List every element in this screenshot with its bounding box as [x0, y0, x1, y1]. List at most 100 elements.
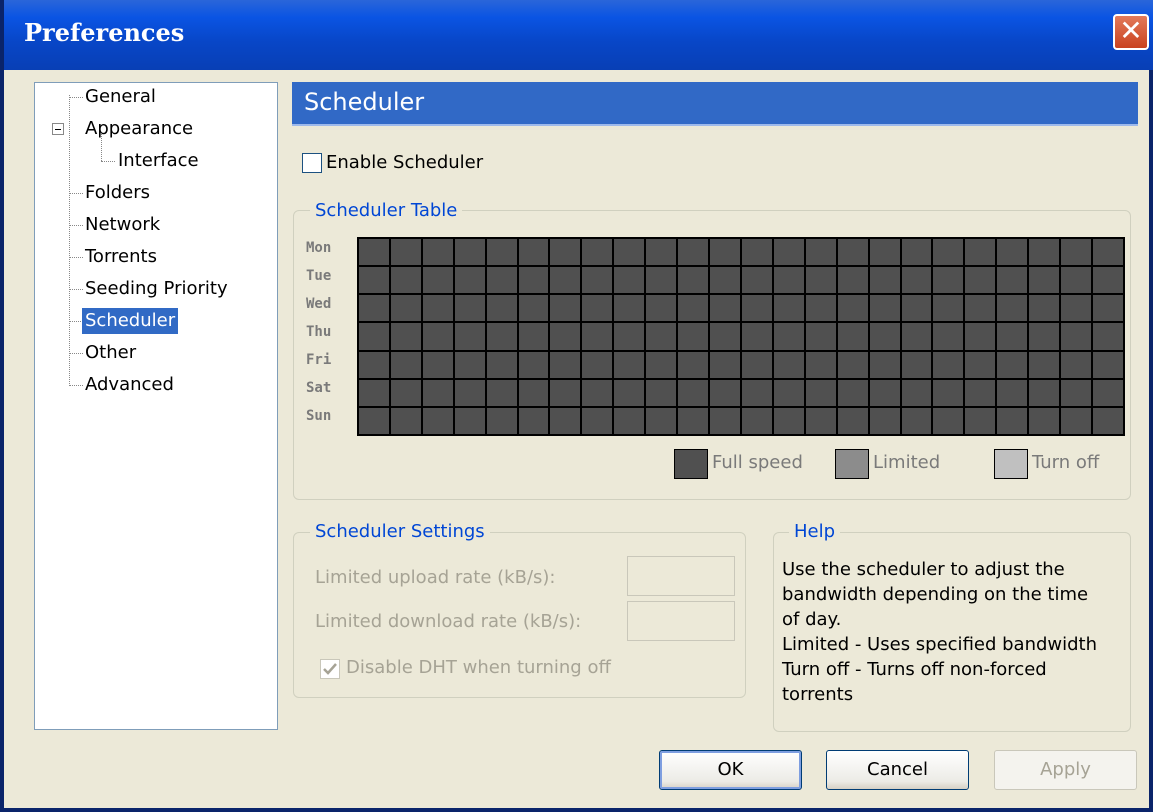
- schedule-cell[interactable]: [837, 267, 868, 294]
- schedule-cell[interactable]: [486, 407, 517, 434]
- schedule-cell[interactable]: [1029, 379, 1060, 406]
- schedule-cell[interactable]: [901, 239, 932, 266]
- schedule-cell[interactable]: [359, 351, 389, 378]
- schedule-cell[interactable]: [486, 379, 517, 406]
- schedule-cell[interactable]: [518, 267, 549, 294]
- schedule-cell[interactable]: [422, 407, 453, 434]
- schedule-cell[interactable]: [359, 407, 389, 434]
- schedule-cell[interactable]: [678, 323, 709, 350]
- schedule-cell[interactable]: [1093, 267, 1123, 294]
- schedule-cell[interactable]: [1093, 239, 1123, 266]
- schedule-cell[interactable]: [518, 351, 549, 378]
- schedule-cell[interactable]: [1029, 407, 1060, 434]
- disable-dht-checkbox[interactable]: [320, 659, 340, 679]
- schedule-cell[interactable]: [997, 323, 1028, 350]
- schedule-cell[interactable]: [933, 239, 964, 266]
- schedule-cell[interactable]: [805, 323, 836, 350]
- schedule-cell[interactable]: [997, 351, 1028, 378]
- enable-scheduler-label[interactable]: Enable Scheduler: [326, 152, 483, 173]
- schedule-cell[interactable]: [422, 239, 453, 266]
- apply-button[interactable]: Apply: [994, 750, 1137, 790]
- schedule-cell[interactable]: [773, 379, 804, 406]
- schedule-cell[interactable]: [1029, 323, 1060, 350]
- schedule-cell[interactable]: [710, 379, 740, 406]
- schedule-cell[interactable]: [997, 239, 1028, 266]
- schedule-cell[interactable]: [869, 295, 900, 322]
- schedule-cell[interactable]: [582, 407, 613, 434]
- schedule-cell[interactable]: [869, 379, 900, 406]
- schedule-cell[interactable]: [997, 295, 1028, 322]
- schedule-cell[interactable]: [390, 295, 421, 322]
- schedule-cell[interactable]: [741, 351, 772, 378]
- schedule-cell[interactable]: [1093, 351, 1123, 378]
- schedule-cell[interactable]: [933, 379, 964, 406]
- schedule-cell[interactable]: [933, 323, 964, 350]
- schedule-cell[interactable]: [965, 351, 996, 378]
- schedule-cell[interactable]: [773, 323, 804, 350]
- schedule-cell[interactable]: [741, 379, 772, 406]
- schedule-cell[interactable]: [614, 407, 645, 434]
- schedule-cell[interactable]: [773, 407, 804, 434]
- schedule-cell[interactable]: [678, 239, 709, 266]
- schedule-cell[interactable]: [614, 267, 645, 294]
- schedule-cell[interactable]: [805, 407, 836, 434]
- schedule-cell[interactable]: [965, 267, 996, 294]
- schedule-cell[interactable]: [869, 407, 900, 434]
- schedule-cell[interactable]: [901, 351, 932, 378]
- schedule-cell[interactable]: [582, 323, 613, 350]
- schedule-cell[interactable]: [869, 351, 900, 378]
- schedule-cell[interactable]: [1061, 407, 1092, 434]
- schedule-cell[interactable]: [773, 239, 804, 266]
- schedule-cell[interactable]: [997, 407, 1028, 434]
- schedule-cell[interactable]: [678, 351, 709, 378]
- tree-item-seeding-priority[interactable]: Seeding Priority: [82, 276, 231, 302]
- schedule-cell[interactable]: [837, 323, 868, 350]
- schedule-cell[interactable]: [678, 295, 709, 322]
- schedule-cell[interactable]: [646, 351, 677, 378]
- schedule-cell[interactable]: [359, 379, 389, 406]
- schedule-cell[interactable]: [550, 239, 581, 266]
- schedule-cell[interactable]: [614, 351, 645, 378]
- schedule-cell[interactable]: [773, 351, 804, 378]
- schedule-cell[interactable]: [582, 239, 613, 266]
- schedule-cell[interactable]: [773, 267, 804, 294]
- schedule-cell[interactable]: [710, 295, 740, 322]
- title-bar[interactable]: Preferences ✕: [4, 0, 1153, 70]
- schedule-cell[interactable]: [518, 407, 549, 434]
- schedule-cell[interactable]: [741, 407, 772, 434]
- schedule-cell[interactable]: [869, 323, 900, 350]
- schedule-cell[interactable]: [901, 407, 932, 434]
- schedule-cell[interactable]: [933, 351, 964, 378]
- schedule-cell[interactable]: [614, 323, 645, 350]
- schedule-cell[interactable]: [901, 323, 932, 350]
- schedule-cell[interactable]: [390, 239, 421, 266]
- schedule-cell[interactable]: [454, 407, 485, 434]
- schedule-cell[interactable]: [837, 379, 868, 406]
- schedule-cell[interactable]: [965, 239, 996, 266]
- schedule-cell[interactable]: [1061, 267, 1092, 294]
- tree-item-other[interactable]: Other: [82, 340, 139, 366]
- schedule-cell[interactable]: [901, 295, 932, 322]
- schedule-cell[interactable]: [710, 351, 740, 378]
- schedule-cell[interactable]: [518, 239, 549, 266]
- schedule-cell[interactable]: [1029, 267, 1060, 294]
- tree-item-torrents[interactable]: Torrents: [82, 244, 160, 270]
- schedule-cell[interactable]: [359, 267, 389, 294]
- schedule-cell[interactable]: [422, 295, 453, 322]
- schedule-cell[interactable]: [582, 351, 613, 378]
- preferences-tree[interactable]: General Appearance Interface Folders Net…: [34, 82, 278, 730]
- schedule-cell[interactable]: [454, 239, 485, 266]
- schedule-cell[interactable]: [486, 295, 517, 322]
- schedule-cell[interactable]: [710, 323, 740, 350]
- schedule-cell[interactable]: [614, 239, 645, 266]
- download-rate-input[interactable]: [627, 601, 735, 641]
- schedule-cell[interactable]: [965, 295, 996, 322]
- cancel-button[interactable]: Cancel: [826, 750, 969, 790]
- schedule-cell[interactable]: [710, 239, 740, 266]
- schedule-cell[interactable]: [454, 379, 485, 406]
- schedule-cell[interactable]: [678, 407, 709, 434]
- schedule-cell[interactable]: [710, 267, 740, 294]
- schedule-cell[interactable]: [454, 295, 485, 322]
- schedule-cell[interactable]: [933, 407, 964, 434]
- schedule-cell[interactable]: [869, 267, 900, 294]
